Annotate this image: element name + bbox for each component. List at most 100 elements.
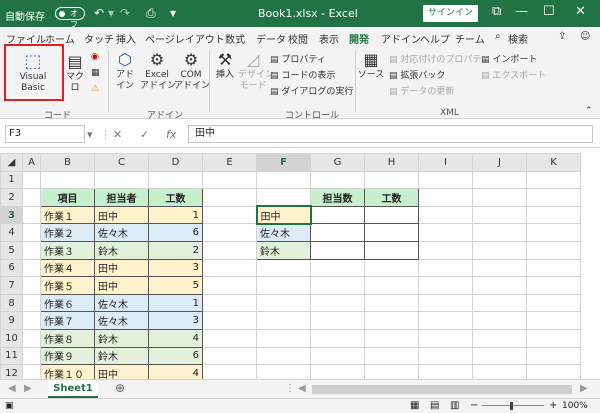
- cell[interactable]: [472, 170, 527, 190]
- cell[interactable]: 田中: [94, 258, 149, 278]
- cell[interactable]: [202, 364, 257, 379]
- cell[interactable]: [202, 328, 257, 348]
- cell[interactable]: [94, 170, 149, 190]
- cell[interactable]: [256, 293, 311, 313]
- formula-input[interactable]: 田中: [188, 125, 593, 143]
- cell[interactable]: [418, 205, 473, 225]
- cell[interactable]: [22, 205, 41, 225]
- cell[interactable]: [202, 205, 257, 225]
- row-header[interactable]: 8: [0, 293, 23, 313]
- hscroll-left-icon[interactable]: ◀: [298, 383, 306, 394]
- tab-data[interactable]: データ: [256, 31, 286, 46]
- tab-addins[interactable]: アドイン: [381, 31, 421, 46]
- tab-review[interactable]: 校閲: [288, 31, 308, 46]
- excel-addin-button[interactable]: ⚙ Excel アドイン: [140, 50, 176, 92]
- cell[interactable]: 鈴木: [94, 328, 149, 348]
- cell[interactable]: [22, 223, 41, 242]
- undo-dropdown-icon[interactable]: ▾: [108, 6, 114, 20]
- cell[interactable]: [472, 240, 527, 260]
- row-header[interactable]: 2: [0, 188, 23, 207]
- cell[interactable]: [472, 364, 527, 379]
- row-header[interactable]: 7: [0, 276, 23, 295]
- cell[interactable]: [256, 258, 311, 278]
- cell[interactable]: [526, 293, 581, 313]
- cell[interactable]: 鈴木: [256, 240, 311, 260]
- cell[interactable]: 1: [148, 293, 203, 313]
- run-dialog-button[interactable]: ▤ ダイアログの実行: [270, 84, 353, 97]
- zoom-slider-thumb[interactable]: [510, 402, 513, 410]
- row-header[interactable]: 3: [0, 205, 23, 225]
- cell[interactable]: [22, 293, 41, 313]
- close-icon[interactable]: ✕: [575, 4, 586, 19]
- column-header[interactable]: B: [40, 153, 95, 172]
- expansion-pack-button[interactable]: ▤ 拡張パック: [389, 68, 445, 81]
- cell[interactable]: [256, 188, 311, 207]
- horizontal-scrollbar[interactable]: [312, 385, 572, 394]
- cell[interactable]: 鈴木: [94, 346, 149, 366]
- row-header[interactable]: 1: [0, 170, 23, 190]
- cell[interactable]: [364, 328, 419, 348]
- cell[interactable]: [310, 364, 365, 379]
- zoom-slider[interactable]: [482, 405, 544, 406]
- redo-icon[interactable]: ↷: [120, 6, 130, 20]
- cell[interactable]: [418, 258, 473, 278]
- enter-icon[interactable]: ✓: [140, 128, 149, 141]
- cell[interactable]: [22, 188, 41, 207]
- cell[interactable]: [22, 311, 41, 330]
- column-header[interactable]: C: [94, 153, 149, 172]
- cell[interactable]: [310, 258, 365, 278]
- cell[interactable]: 作業１: [40, 205, 95, 225]
- cell[interactable]: [22, 276, 41, 295]
- row-header[interactable]: 10: [0, 328, 23, 348]
- cell[interactable]: 作業６: [40, 293, 95, 313]
- cell[interactable]: 佐々木: [94, 311, 149, 330]
- cell[interactable]: [418, 223, 473, 242]
- cell[interactable]: 1: [148, 205, 203, 225]
- cell[interactable]: [310, 276, 365, 295]
- ribbon-display-icon[interactable]: ⧉: [492, 4, 501, 19]
- cell[interactable]: [472, 223, 527, 242]
- cell[interactable]: [22, 328, 41, 348]
- relative-ref-icon[interactable]: ▦: [91, 68, 100, 78]
- cell[interactable]: [364, 240, 419, 260]
- cell[interactable]: 田中: [94, 276, 149, 295]
- macro-security-icon[interactable]: ⚠: [91, 84, 99, 94]
- cell[interactable]: [472, 205, 527, 225]
- cell[interactable]: [22, 364, 41, 379]
- cell[interactable]: [418, 346, 473, 366]
- cell[interactable]: [526, 223, 581, 242]
- signin-button[interactable]: サインイン: [423, 5, 478, 22]
- cell[interactable]: 作業７: [40, 311, 95, 330]
- cell[interactable]: 作業１０: [40, 364, 95, 379]
- column-header[interactable]: G: [310, 153, 365, 172]
- cell[interactable]: [256, 328, 311, 348]
- cell[interactable]: [364, 346, 419, 366]
- row-header[interactable]: 4: [0, 223, 23, 242]
- scroll-left-icon[interactable]: ◀: [8, 383, 16, 394]
- cell[interactable]: [310, 311, 365, 330]
- header-cell[interactable]: 担当者: [94, 188, 149, 207]
- cell[interactable]: 6: [148, 346, 203, 366]
- cell[interactable]: [310, 293, 365, 313]
- cell[interactable]: [526, 170, 581, 190]
- record-macro-icon[interactable]: ◉: [91, 52, 99, 62]
- cell[interactable]: [364, 223, 419, 242]
- row-header[interactable]: 6: [0, 258, 23, 278]
- maximize-icon[interactable]: ☐: [543, 4, 555, 19]
- cell[interactable]: [418, 328, 473, 348]
- cell[interactable]: [22, 170, 41, 190]
- macro-button[interactable]: ▤ マクロ: [64, 52, 86, 94]
- cell[interactable]: 佐々木: [94, 223, 149, 242]
- cell[interactable]: [526, 364, 581, 379]
- add-sheet-icon[interactable]: ⊕: [115, 381, 125, 395]
- cell[interactable]: 4: [148, 328, 203, 348]
- header-cell[interactable]: 担当数: [310, 188, 365, 207]
- cell[interactable]: [148, 170, 203, 190]
- cell[interactable]: [418, 240, 473, 260]
- row-header[interactable]: 9: [0, 311, 23, 330]
- collapse-ribbon-icon[interactable]: ⌃: [585, 106, 593, 116]
- cell[interactable]: [472, 276, 527, 295]
- cell[interactable]: [364, 170, 419, 190]
- import-button[interactable]: ▤ インポート: [481, 52, 537, 65]
- column-header[interactable]: J: [472, 153, 527, 172]
